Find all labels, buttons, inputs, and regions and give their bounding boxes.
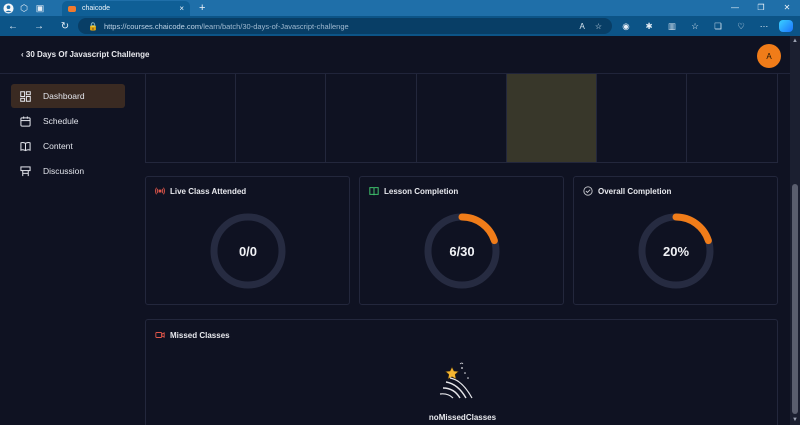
- url-path: /learn/batch/30-days-of-Javascript-chall…: [201, 21, 349, 31]
- dashboard-icon: [20, 90, 31, 102]
- card-title-text: Overall Completion: [598, 186, 672, 196]
- discussion-icon: [20, 165, 31, 177]
- missed-classes-card: Missed Classes noMissedClasses: [145, 319, 778, 425]
- overall-completion-card: Overall Completion 20%: [573, 176, 778, 305]
- card-title: Missed Classes: [155, 330, 230, 340]
- card-title-text: Missed Classes: [170, 330, 230, 340]
- maximize-icon[interactable]: ❐: [748, 0, 774, 16]
- tab-bar: ⬡ ▣ chaicode × + — ❐ ✕: [0, 0, 800, 16]
- copilot-icon[interactable]: [779, 20, 793, 32]
- avatar[interactable]: A: [757, 44, 781, 68]
- strip-cell: [687, 74, 777, 162]
- collections-icon[interactable]: ❏: [710, 21, 726, 32]
- strip-cell: [236, 74, 326, 162]
- sidebar-item-label: Content: [43, 141, 73, 151]
- tab-chaicode[interactable]: chaicode ×: [62, 1, 190, 16]
- app-header: ‹ 30 Days Of Javascript Challenge A: [0, 36, 790, 74]
- window-controls: — ❐ ✕: [722, 0, 800, 16]
- scroll-up-icon[interactable]: ▲: [790, 36, 800, 46]
- no-missed-classes-label: noMissedClasses: [428, 413, 497, 422]
- strip-cell: [597, 74, 687, 162]
- url-field[interactable]: 🔒 https://courses.chaicode.com/learn/bat…: [78, 18, 612, 34]
- sidebar-item-label: Discussion: [43, 166, 85, 176]
- no-missed-classes-illustration: [439, 362, 473, 399]
- book-icon: [20, 141, 31, 152]
- tab-title: chaicode: [82, 5, 111, 12]
- url-host: https://courses.chaicode.com: [103, 21, 202, 31]
- chaicode-favicon-icon: [68, 5, 76, 12]
- favorite-star-icon[interactable]: ☆: [595, 22, 602, 31]
- open-book-icon: [369, 186, 379, 196]
- app-area: ‹ 30 Days Of Javascript Challenge A Dash…: [0, 36, 800, 425]
- lock-icon[interactable]: 🔒: [88, 22, 98, 31]
- sidebar-item-label: Dashboard: [43, 91, 85, 101]
- strip-cell: [417, 74, 507, 162]
- performance-icon[interactable]: ♡: [733, 21, 749, 32]
- progress-value: 6/30: [449, 243, 475, 259]
- card-title-text: Live Class Attended: [170, 186, 247, 196]
- card-title: Live Class Attended: [155, 186, 246, 196]
- page-scrollbar[interactable]: ▲ ▼: [790, 36, 800, 425]
- card-title: Lesson Completion: [369, 186, 458, 196]
- forward-icon[interactable]: →: [26, 21, 52, 32]
- more-options-icon[interactable]: ⋯: [756, 21, 772, 32]
- card-title-text: Lesson Completion: [384, 186, 459, 196]
- video-icon: [155, 330, 165, 340]
- progress-value: 0/0: [238, 243, 258, 259]
- strip-cell: [146, 74, 236, 162]
- back-icon[interactable]: ←: [0, 21, 26, 32]
- favorites-icon[interactable]: ☆: [687, 21, 703, 32]
- new-tab-button[interactable]: +: [199, 0, 205, 16]
- tab-close-icon[interactable]: ×: [179, 4, 184, 13]
- card-title: Overall Completion: [583, 186, 671, 196]
- broadcast-icon: [155, 186, 165, 196]
- sidebar-item-label: Schedule: [43, 116, 79, 126]
- minimize-icon[interactable]: —: [722, 0, 748, 16]
- live-class-attended-card: Live Class Attended 0/0: [145, 176, 350, 305]
- sidebar-item-discussion[interactable]: Discussion: [11, 159, 125, 183]
- browser-window: ⬡ ▣ chaicode × + — ❐ ✕ ← → ↻ 🔒 https://c…: [0, 0, 800, 425]
- scroll-down-icon[interactable]: ▼: [790, 415, 800, 425]
- progress-value: 20%: [662, 243, 690, 259]
- refresh-icon[interactable]: ↻: [52, 21, 78, 32]
- browser-toolbar: ◉ ✱ ▥ ☆ ❏ ♡ ⋯: [618, 16, 793, 36]
- check-circle-icon: [583, 186, 593, 196]
- strip-cell-highlighted: [507, 74, 597, 162]
- address-bar-row: ← → ↻ 🔒 https://courses.chaicode.com/lea…: [0, 16, 800, 36]
- profile-icon[interactable]: [0, 0, 16, 16]
- activity-strip: [145, 74, 778, 163]
- lesson-completion-card: Lesson Completion 6/30: [359, 176, 564, 305]
- calendar-icon: [20, 115, 31, 127]
- back-to-course-link[interactable]: ‹ 30 Days Of Javascript Challenge: [21, 50, 150, 59]
- close-window-icon[interactable]: ✕: [774, 0, 800, 16]
- split-screen-icon[interactable]: ▥: [664, 21, 680, 32]
- workspaces-icon[interactable]: ⬡: [16, 0, 32, 16]
- tab-actions-icon[interactable]: ▣: [32, 0, 48, 16]
- puzzle-extensions-icon[interactable]: ✱: [641, 21, 657, 32]
- sidebar-item-dashboard[interactable]: Dashboard: [11, 84, 125, 108]
- read-aloud-icon[interactable]: A: [579, 22, 584, 31]
- strip-cell: [326, 74, 417, 162]
- extension-icon[interactable]: ◉: [618, 21, 634, 32]
- scroll-thumb[interactable]: [792, 184, 798, 414]
- sidebar-item-content[interactable]: Content: [11, 134, 125, 158]
- sidebar-item-schedule[interactable]: Schedule: [11, 109, 125, 133]
